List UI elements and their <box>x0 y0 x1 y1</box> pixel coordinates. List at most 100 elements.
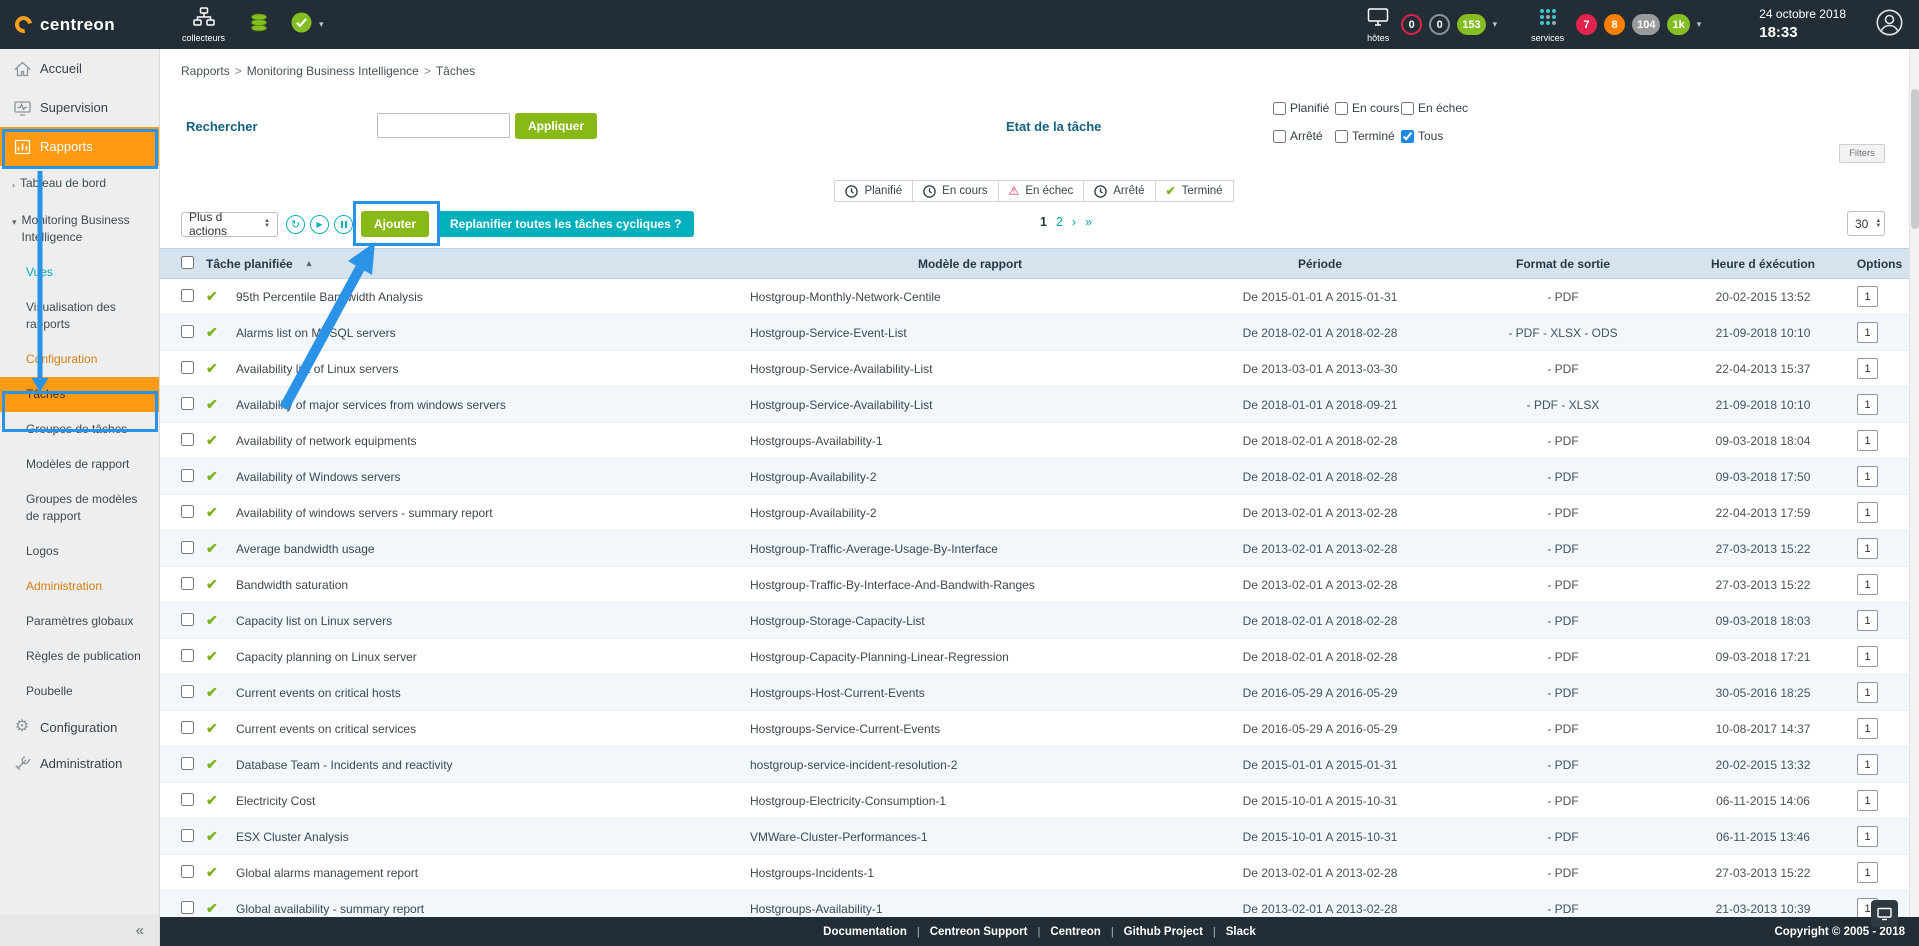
submenu-item-logos[interactable]: Logos <box>0 534 159 569</box>
row-checkbox[interactable] <box>181 613 194 626</box>
submenu-item-groupes-de-taches[interactable]: Groupes de tâches <box>0 412 159 447</box>
hosts-menu[interactable]: hôtes <box>1367 7 1389 43</box>
submenu-item-tableau-de-bord[interactable]: ›Tableau de bord <box>0 166 159 203</box>
options-input[interactable] <box>1857 430 1878 451</box>
task-name[interactable]: Capacity list on Linux servers <box>236 614 750 628</box>
task-name[interactable]: Alarms list on MSSQL servers <box>236 326 750 340</box>
table-row[interactable]: ✔Bandwidth saturationHostgroup-Traffic-B… <box>160 567 1909 603</box>
row-checkbox[interactable] <box>181 397 194 410</box>
table-row[interactable]: ✔Current events on critical servicesHost… <box>160 711 1909 747</box>
sidebar-collapse-button[interactable]: « <box>0 915 159 946</box>
row-checkbox[interactable] <box>181 793 194 806</box>
table-row[interactable]: ✔Electricity CostHostgroup-Electricity-C… <box>160 783 1909 819</box>
options-input[interactable] <box>1857 574 1878 595</box>
options-input[interactable] <box>1857 790 1878 811</box>
submenu-item-vues[interactable]: Vues <box>0 255 159 290</box>
last-page-button[interactable]: » <box>1085 215 1092 229</box>
task-name[interactable]: Database Team - Incidents and reactivity <box>236 758 750 772</box>
footer-link-slack[interactable]: Slack <box>1216 926 1266 938</box>
task-name[interactable]: Global availability - summary report <box>236 902 750 916</box>
sidebar-item-rapports[interactable]: Rapports <box>0 127 159 166</box>
submenu-item-monitoring-business-intelligence[interactable]: ▾Monitoring Business Intelligence <box>0 203 159 255</box>
sidebar-item-configuration[interactable]: ⚙Configuration <box>0 709 159 745</box>
filter-checkbox-en-echec[interactable]: En échec <box>1401 101 1468 115</box>
row-checkbox[interactable] <box>181 325 194 338</box>
scrollbar-thumb[interactable] <box>1911 89 1919 229</box>
options-input[interactable] <box>1857 718 1878 739</box>
submenu-item-modeles-de-rapport[interactable]: Modèles de rapport <box>0 447 159 482</box>
submenu-item-groupes-de-modeles-de-rapport[interactable]: Groupes de modèles de rapport <box>0 482 159 534</box>
table-row[interactable]: ✔Alarms list on MSSQL serversHostgroup-S… <box>160 315 1909 351</box>
sidebar-item-supervision[interactable]: Supervision <box>0 88 159 127</box>
pause-icon[interactable] <box>334 215 353 234</box>
footer-link-documentation[interactable]: Documentation <box>813 926 917 938</box>
row-checkbox[interactable] <box>181 865 194 878</box>
options-input[interactable] <box>1857 610 1878 631</box>
column-header-template[interactable]: Modèle de rapport <box>750 257 1190 271</box>
options-input[interactable] <box>1857 826 1878 847</box>
task-name[interactable]: Availability list of Linux servers <box>236 362 750 376</box>
options-input[interactable] <box>1857 466 1878 487</box>
chevron-down-icon[interactable]: ▾ <box>1697 19 1702 30</box>
refresh-icon[interactable]: ↻ <box>286 215 305 234</box>
scrollbar[interactable] <box>1909 49 1919 917</box>
table-row[interactable]: ✔Global alarms management reportHostgrou… <box>160 855 1909 891</box>
breadcrumb-part-rapports[interactable]: Rapports <box>181 64 230 78</box>
services-menu[interactable]: services <box>1531 7 1564 43</box>
task-name[interactable]: Electricity Cost <box>236 794 750 808</box>
task-name[interactable]: Availability of windows servers - summar… <box>236 506 750 520</box>
row-checkbox[interactable] <box>181 901 194 914</box>
task-name[interactable]: Availability of network equipments <box>236 434 750 448</box>
checkbox-input[interactable] <box>1335 130 1348 143</box>
row-checkbox[interactable] <box>181 577 194 590</box>
sidebar-item-administration[interactable]: Administration <box>0 745 159 781</box>
filter-checkbox-tous[interactable]: Tous <box>1401 129 1468 143</box>
reschedule-cyclic-tasks-button[interactable]: Replanifier toutes les tâches cycliques … <box>437 211 694 237</box>
search-input[interactable] <box>377 113 510 138</box>
submenu-item-visualisation-des-rapports[interactable]: Visualisation des rapports <box>0 290 159 342</box>
task-name[interactable]: Bandwidth saturation <box>236 578 750 592</box>
poller-status-menu[interactable]: ▾ <box>291 12 324 38</box>
footer-link-centreon-support[interactable]: Centreon Support <box>920 926 1038 938</box>
task-name[interactable]: 95th Percentile Bandwidth Analysis <box>236 290 750 304</box>
column-header-task[interactable]: Tâche planifiée▴ <box>206 257 750 271</box>
row-checkbox[interactable] <box>181 505 194 518</box>
options-input[interactable] <box>1857 358 1878 379</box>
table-row[interactable]: ✔ESX Cluster AnalysisVMWare-Cluster-Perf… <box>160 819 1909 855</box>
row-checkbox[interactable] <box>181 721 194 734</box>
filter-checkbox-en-cours[interactable]: En cours <box>1335 101 1401 115</box>
checkbox-input[interactable] <box>1273 130 1286 143</box>
table-row[interactable]: ✔Availability of network equipmentsHostg… <box>160 423 1909 459</box>
task-name[interactable]: Capacity planning on Linux server <box>236 650 750 664</box>
chevron-down-icon[interactable]: ▾ <box>1493 19 1498 30</box>
row-checkbox[interactable] <box>181 361 194 374</box>
row-checkbox[interactable] <box>181 829 194 842</box>
row-checkbox[interactable] <box>181 757 194 770</box>
table-row[interactable]: ✔Global availability - summary reportHos… <box>160 891 1909 917</box>
status-badge[interactable]: 8 <box>1604 14 1625 35</box>
filter-checkbox-arrete[interactable]: Arrêté <box>1273 129 1335 143</box>
checkbox-input[interactable] <box>1273 102 1286 115</box>
table-row[interactable]: ✔95th Percentile Bandwidth AnalysisHostg… <box>160 279 1909 315</box>
row-checkbox[interactable] <box>181 649 194 662</box>
submenu-item-parametres-globaux[interactable]: Paramètres globaux <box>0 604 159 639</box>
breadcrumb-part-taches[interactable]: Tâches <box>436 64 475 78</box>
options-input[interactable] <box>1857 862 1878 883</box>
column-header-format[interactable]: Format de sortie <box>1450 257 1676 271</box>
table-row[interactable]: ✔Availability of Windows serversHostgrou… <box>160 459 1909 495</box>
column-header-period[interactable]: Période <box>1190 257 1450 271</box>
table-row[interactable]: ✔Database Team - Incidents and reactivit… <box>160 747 1909 783</box>
options-input[interactable] <box>1857 322 1878 343</box>
breadcrumb-part-monitoring-business-intelligence[interactable]: Monitoring Business Intelligence <box>247 64 419 78</box>
submenu-item-poubelle[interactable]: Poubelle <box>0 674 159 709</box>
apply-button[interactable]: Appliquer <box>515 113 597 139</box>
row-checkbox[interactable] <box>181 685 194 698</box>
checkbox-input[interactable] <box>1401 102 1414 115</box>
task-name[interactable]: ESX Cluster Analysis <box>236 830 750 844</box>
status-badge[interactable]: 104 <box>1632 14 1660 35</box>
task-name[interactable]: Current events on critical services <box>236 722 750 736</box>
table-row[interactable]: ✔Average bandwidth usageHostgroup-Traffi… <box>160 531 1909 567</box>
submenu-item-regles-de-publication[interactable]: Règles de publication <box>0 639 159 674</box>
table-row[interactable]: ✔Availability list of Linux serversHostg… <box>160 351 1909 387</box>
sidebar-item-accueil[interactable]: Accueil <box>0 49 159 88</box>
